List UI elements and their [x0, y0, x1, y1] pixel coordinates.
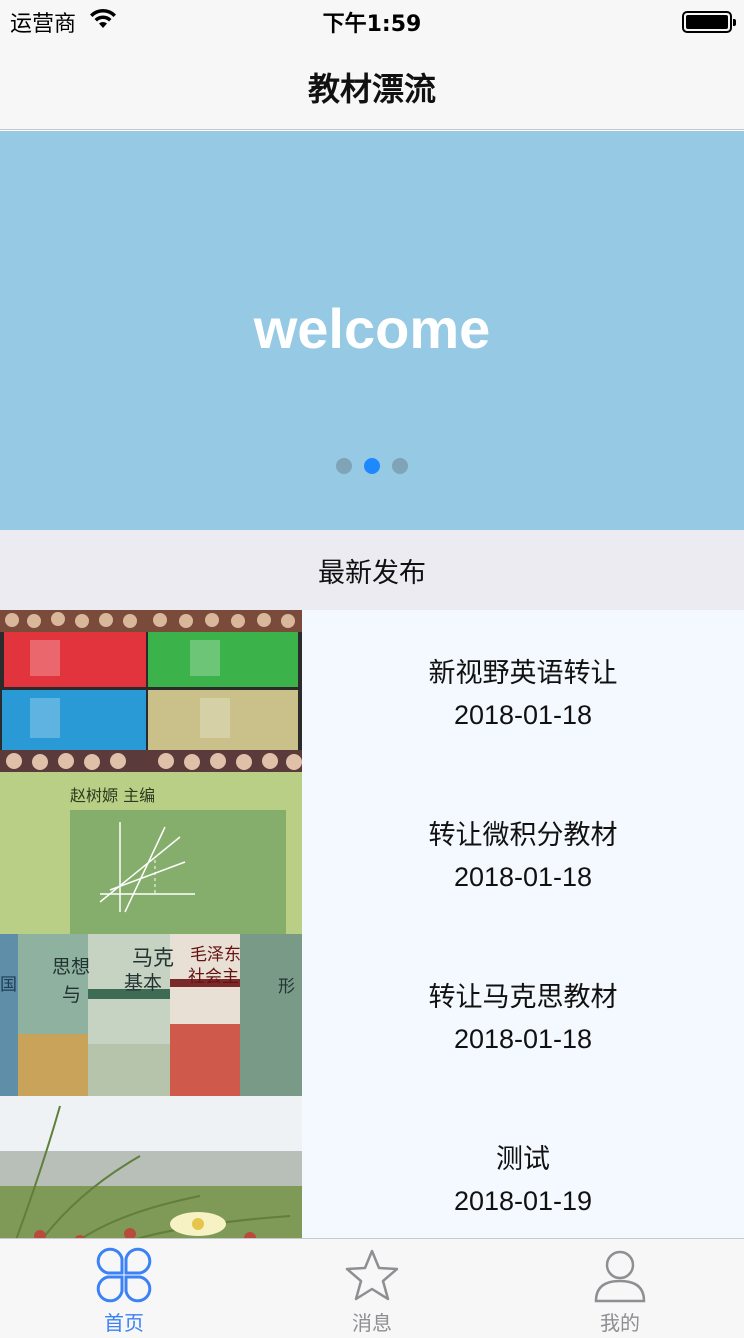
listing-title: 新视野英语转让	[428, 658, 618, 689]
tab-label: 消息	[352, 1311, 392, 1335]
status-left: 运营商	[10, 6, 118, 38]
film-books-collage-image	[0, 610, 302, 772]
book-spine-text: 形	[278, 977, 295, 997]
list-item-text: 转让微积分教材 2018-01-18	[302, 772, 744, 934]
page-indicator[interactable]	[0, 458, 744, 474]
tab-label: 我的	[600, 1311, 640, 1335]
banner-carousel[interactable]: welcome	[0, 131, 744, 530]
listing-title: 测试	[496, 1144, 550, 1175]
app-screen: 运营商 下午1:59 教材漂流 welcome 最新发布 新视野英语转让 201…	[0, 0, 744, 1338]
beach-grass-photo	[0, 1096, 302, 1238]
list-item-text: 转让马克思教材 2018-01-18	[302, 934, 744, 1096]
carrier-label: 运营商	[10, 12, 77, 37]
book-spine-text: 基本	[124, 972, 163, 994]
list-item[interactable]: 测试 2018-01-19	[0, 1096, 744, 1238]
listing-date: 2018-01-19	[453, 1186, 593, 1216]
page-dot[interactable]	[392, 458, 408, 474]
listing-title: 转让马克思教材	[428, 982, 618, 1013]
page-dot-active[interactable]	[364, 458, 380, 474]
book-editor-text: 赵树嫄 主编	[70, 786, 156, 805]
star-icon	[345, 1249, 399, 1301]
list-item-text: 新视野英语转让 2018-01-18	[302, 610, 744, 772]
list-item[interactable]: 新视野英语转让 2018-01-18	[0, 610, 744, 772]
section-header: 最新发布	[0, 530, 744, 610]
person-icon	[594, 1250, 646, 1303]
listing-date: 2018-01-18	[453, 862, 593, 892]
banner-text: welcome	[253, 297, 491, 360]
book-spine-text: 社会主	[188, 967, 239, 987]
tab-label: 首页	[104, 1311, 144, 1335]
listing-list[interactable]: 新视野英语转让 2018-01-18 赵树嫄 主编 转让微积分教材 2018-0…	[0, 610, 744, 1238]
listing-date: 2018-01-18	[453, 700, 593, 730]
section-title: 最新发布	[318, 557, 426, 589]
listing-title: 转让微积分教材	[428, 820, 618, 851]
book-spine-text: 国	[0, 975, 17, 995]
page-dot[interactable]	[336, 458, 352, 474]
listing-date: 2018-01-18	[453, 1024, 593, 1054]
list-item[interactable]: 赵树嫄 主编 转让微积分教材 2018-01-18	[0, 772, 744, 934]
book-spine-text: 与	[62, 984, 82, 1006]
battery-fill	[686, 15, 728, 29]
status-bar: 运营商 下午1:59	[0, 0, 744, 44]
tab-profile[interactable]: 我的	[496, 1239, 744, 1338]
battery-icon	[682, 11, 736, 33]
page-title: 教材漂流	[307, 69, 436, 108]
book-spine-text: 思想	[52, 956, 91, 978]
navigation-bar: 教材漂流	[0, 44, 744, 130]
marxism-books-image: 国 思想 与 马克 基本 毛泽东 社会主 形	[0, 934, 302, 1096]
list-item-text: 测试 2018-01-19	[302, 1096, 744, 1238]
tab-bar: 首页 消息 我的	[0, 1238, 744, 1338]
clover-icon	[96, 1247, 152, 1303]
tab-messages[interactable]: 消息	[248, 1239, 496, 1338]
wifi-icon	[88, 8, 118, 36]
tab-home[interactable]: 首页	[0, 1239, 248, 1338]
calculus-book-cover-image: 赵树嫄 主编	[0, 772, 302, 934]
list-item[interactable]: 国 思想 与 马克 基本 毛泽东 社会主 形 转让马克思教材 2018-01-1…	[0, 934, 744, 1096]
